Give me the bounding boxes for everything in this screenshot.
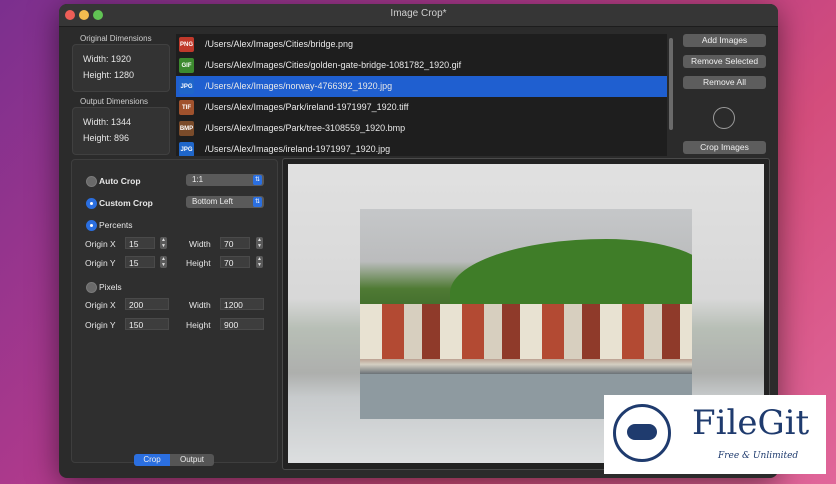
crop-images-button[interactable]: Crop Images xyxy=(683,141,766,154)
select-arrows-icon: ⇅ xyxy=(253,197,262,207)
file-row-selected[interactable]: JPG /Users/Alex/Images/norway-4766392_19… xyxy=(176,76,667,97)
pixel-origin-x-label: Origin X xyxy=(85,300,116,310)
window-title: Image Crop* xyxy=(390,8,447,19)
percent-origin-y-label: Origin Y xyxy=(85,258,116,268)
percent-height-stepper[interactable]: ▲ ▼ xyxy=(256,256,263,268)
file-path: /Users/Alex/Images/ireland-1971997_1920.… xyxy=(205,144,391,154)
pixel-origin-y-field[interactable]: 150 xyxy=(125,318,169,330)
percent-width-stepper[interactable]: ▲ ▼ xyxy=(256,237,263,249)
file-list[interactable]: PNG /Users/Alex/Images/Cities/bridge.png… xyxy=(176,34,667,156)
filegit-watermark: FileGit Free & Unlimited xyxy=(604,395,826,474)
file-list-scrollbar[interactable] xyxy=(669,38,673,130)
select-arrows-icon: ⇅ xyxy=(253,175,262,185)
output-width: Width: 1344 xyxy=(83,117,132,127)
output-height: Height: 896 xyxy=(83,133,130,143)
tif-file-icon: TIF xyxy=(179,100,194,115)
pixel-height-label: Height xyxy=(186,320,211,330)
auto-ratio-select[interactable]: 1:1 ⇅ xyxy=(186,174,264,186)
file-path: /Users/Alex/Images/Cities/golden-gate-br… xyxy=(205,60,462,70)
output-dimensions-label: Output Dimensions xyxy=(80,97,149,106)
percents-label: Percents xyxy=(99,220,133,230)
remove-all-button[interactable]: Remove All xyxy=(683,76,766,89)
pixels-radio[interactable] xyxy=(86,282,97,293)
file-path: /Users/Alex/Images/Park/ireland-1971997_… xyxy=(205,102,409,112)
original-height: Height: 1280 xyxy=(83,70,135,80)
cloud-icon xyxy=(627,424,657,440)
file-path: /Users/Alex/Images/Cities/bridge.png xyxy=(205,39,354,49)
file-row[interactable]: JPG /Users/Alex/Images/ireland-1971997_1… xyxy=(176,139,667,156)
jpg-file-icon: JPG xyxy=(179,79,194,94)
original-dimensions-box: Width: 1920 Height: 1280 xyxy=(72,44,170,92)
percent-height-field[interactable]: 70 xyxy=(220,256,250,268)
pixel-height-field[interactable]: 900 xyxy=(220,318,264,330)
percent-height-label: Height xyxy=(186,258,211,268)
custom-anchor-value: Bottom Left xyxy=(192,197,233,206)
percent-origin-y-field[interactable]: 15 xyxy=(125,256,155,268)
pixel-width-field[interactable]: 1200 xyxy=(220,298,264,310)
percent-origin-y-stepper[interactable]: ▲ ▼ xyxy=(160,256,167,268)
pixels-label: Pixels xyxy=(99,282,122,292)
auto-crop-label: Auto Crop xyxy=(99,176,141,186)
custom-crop-label: Custom Crop xyxy=(99,198,153,208)
file-row[interactable]: PNG /Users/Alex/Images/Cities/bridge.png xyxy=(176,34,667,55)
auto-crop-radio[interactable] xyxy=(86,176,97,187)
percent-origin-x-field[interactable]: 15 xyxy=(125,237,155,249)
percent-origin-x-label: Origin X xyxy=(85,239,116,249)
percent-width-label: Width xyxy=(189,239,211,249)
png-file-icon: PNG xyxy=(179,37,194,52)
auto-ratio-value: 1:1 xyxy=(192,175,204,184)
file-path: /Users/Alex/Images/norway-4766392_1920.j… xyxy=(205,81,393,91)
add-images-button[interactable]: Add Images xyxy=(683,34,766,47)
file-row[interactable]: GIF /Users/Alex/Images/Cities/golden-gat… xyxy=(176,55,667,76)
jpg-file-icon: JPG xyxy=(179,142,194,156)
percent-width-field[interactable]: 70 xyxy=(220,237,250,249)
landscape-houses xyxy=(360,304,692,359)
output-dimensions-box: Width: 1344 Height: 896 xyxy=(72,107,170,155)
custom-anchor-select[interactable]: Bottom Left ⇅ xyxy=(186,196,264,208)
watermark-tagline: Free & Unlimited xyxy=(718,451,799,461)
file-path: /Users/Alex/Images/Park/tree-3108559_192… xyxy=(205,123,406,133)
original-width: Width: 1920 xyxy=(83,54,132,64)
file-row[interactable]: BMP /Users/Alex/Images/Park/tree-3108559… xyxy=(176,118,667,139)
title-bar: Image Crop* xyxy=(59,4,778,27)
percent-origin-x-stepper[interactable]: ▲ ▼ xyxy=(160,237,167,249)
progress-spinner-icon xyxy=(713,107,735,129)
watermark-brand: FileGit xyxy=(692,403,810,443)
pixel-width-label: Width xyxy=(189,300,211,310)
crop-region[interactable] xyxy=(360,209,692,419)
crop-settings-panel: Auto Crop 1:1 ⇅ Custom Crop Bottom Left … xyxy=(71,159,278,463)
gif-file-icon: GIF xyxy=(179,58,194,73)
pixel-origin-y-label: Origin Y xyxy=(85,320,116,330)
remove-selected-button[interactable]: Remove Selected xyxy=(683,55,766,68)
file-row[interactable]: TIF /Users/Alex/Images/Park/ireland-1971… xyxy=(176,97,667,118)
original-dimensions-label: Original Dimensions xyxy=(80,34,152,43)
view-segmented-control: Crop Output xyxy=(134,454,214,466)
tab-crop[interactable]: Crop xyxy=(134,454,170,466)
bmp-file-icon: BMP xyxy=(179,121,194,136)
tab-output[interactable]: Output xyxy=(170,454,214,466)
pixel-origin-x-field[interactable]: 200 xyxy=(125,298,169,310)
custom-crop-radio[interactable] xyxy=(86,198,97,209)
filegit-logo-icon xyxy=(613,404,671,462)
percents-radio[interactable] xyxy=(86,220,97,231)
